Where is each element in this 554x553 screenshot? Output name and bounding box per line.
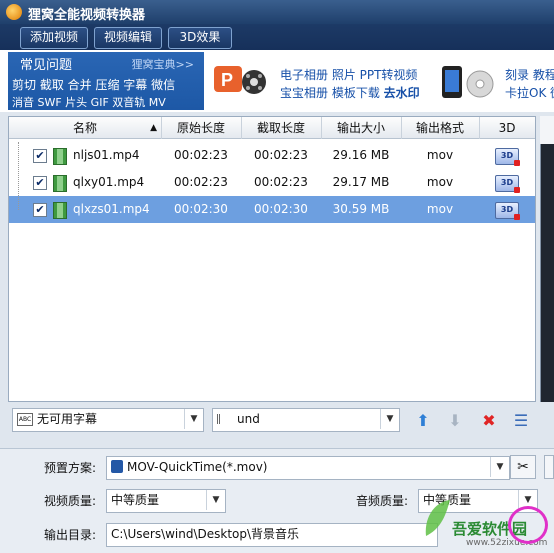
file-name: nljs01.mp4 [73, 148, 140, 162]
promo-line-2[interactable]: 宝宝相册 模板下载 去水印 [280, 84, 420, 101]
window-title: 狸窝全能视频转换器 [28, 8, 146, 23]
cut-length: 00:02:23 [254, 148, 308, 162]
video-quality-label: 视频质量: [44, 494, 97, 508]
row-checkbox[interactable]: ✔ [33, 149, 47, 163]
preset-value: MOV-QuickTime(*.mov) [127, 460, 268, 474]
subtitle-icon: ABC [17, 413, 33, 426]
file-name: qlxzs01.mp4 [73, 202, 150, 216]
chevron-down-icon[interactable]: ▼ [380, 409, 399, 429]
promo-line-3[interactable]: 刻录 教程 [505, 66, 554, 83]
audio-quality-label: 音频质量: [356, 494, 409, 508]
output-dir-label: 输出目录: [44, 528, 97, 542]
title-bar: 狸窝全能视频转换器 [0, 0, 554, 24]
column-3d[interactable]: 3D [479, 117, 535, 139]
toolbar: 添加视频 视频编辑 3D效果 [0, 24, 554, 50]
tree-line [18, 142, 19, 210]
output-format: mov [426, 202, 454, 216]
ppt-film-icon: P [212, 60, 268, 100]
cut-length: 00:02:30 [254, 202, 308, 216]
column-original-length[interactable]: 原始长度 [161, 117, 242, 139]
output-size: 29.17 MB [332, 175, 390, 189]
svg-text:P: P [221, 70, 233, 90]
original-length: 00:02:23 [174, 148, 228, 162]
original-length: 00:02:23 [174, 175, 228, 189]
audio-track-icon [217, 414, 231, 424]
chevron-down-icon[interactable]: ▼ [206, 490, 225, 510]
table-row-selected[interactable]: ✔ qlxzs01.mp4 00:02:30 00:02:30 30.59 MB… [9, 196, 535, 223]
highlight-circle [508, 506, 548, 544]
faq-links-row-2[interactable]: 消音 SWF 片头 GIF 双音轨 MV [12, 94, 166, 110]
video-file-icon [53, 202, 67, 219]
app-logo-icon [6, 4, 22, 20]
file-name: qlxy01.mp4 [73, 175, 145, 189]
side-button[interactable] [544, 455, 554, 479]
watermark-leaf-logo [420, 496, 454, 540]
column-output-format[interactable]: 输出格式 [401, 117, 480, 139]
phone-dvd-icon [438, 62, 496, 102]
video-quality-select[interactable]: 中等质量 ▼ [106, 489, 226, 513]
subtitle-value: 无可用字幕 [37, 412, 98, 426]
video-quality-value: 中等质量 [111, 493, 160, 507]
row-checkbox[interactable]: ✔ [33, 203, 47, 217]
column-name[interactable]: 名称 ▲ [9, 117, 162, 139]
table-row[interactable]: ✔ nljs01.mp4 00:02:23 00:02:23 29.16 MB … [9, 142, 535, 169]
edit-video-button[interactable]: 视频编辑 [94, 27, 162, 49]
column-cut-length[interactable]: 截取长度 [241, 117, 322, 139]
chevron-down-icon[interactable]: ▼ [490, 457, 509, 477]
add-video-button[interactable]: 添加视频 [20, 27, 88, 49]
preset-settings-wrench-icon[interactable]: ✂ [510, 455, 536, 479]
move-up-icon[interactable]: ⬆ [412, 410, 434, 432]
output-size: 30.59 MB [332, 202, 390, 216]
output-size: 29.16 MB [332, 148, 390, 162]
quicktime-icon [111, 460, 123, 473]
chevron-down-icon[interactable]: ▼ [184, 409, 203, 429]
output-dir-value: C:\Users\wind\Desktop\背景音乐 [111, 527, 300, 541]
sort-up-icon: ▲ [150, 123, 157, 133]
faq-panel: 常见问题 狸窝宝典>> 剪切 截取 合并 压缩 字幕 微信 消音 SWF 片头 … [8, 52, 204, 110]
preset-select[interactable]: MOV-QuickTime(*.mov) ▼ [106, 456, 510, 480]
video-file-icon [53, 175, 67, 192]
column-output-size[interactable]: 输出大小 [321, 117, 402, 139]
file-list-header: 名称 ▲ 原始长度 截取长度 输出大小 输出格式 3D [9, 117, 535, 139]
video-file-icon [53, 148, 67, 165]
output-dir-field[interactable]: C:\Users\wind\Desktop\背景音乐 [106, 523, 438, 547]
output-format: mov [426, 148, 454, 162]
preview-panel [540, 116, 554, 402]
preview-panel-header [540, 116, 554, 144]
subtitle-select[interactable]: ABC 无可用字幕 ▼ [12, 408, 204, 432]
delete-icon[interactable]: ✖ [478, 410, 500, 432]
cut-length: 00:02:23 [254, 175, 308, 189]
faq-title[interactable]: 常见问题 [20, 54, 72, 73]
3d-effect-button[interactable]: 3D效果 [168, 27, 232, 49]
preset-label: 预置方案: [44, 461, 97, 475]
table-row[interactable]: ✔ qlxy01.mp4 00:02:23 00:02:23 29.17 MB … [9, 169, 535, 196]
original-length: 00:02:30 [174, 202, 228, 216]
faq-links-row-1[interactable]: 剪切 截取 合并 压缩 字幕 微信 [12, 76, 175, 93]
move-down-icon[interactable]: ⬇ [444, 410, 466, 432]
remove-watermark-link[interactable]: 去水印 [384, 86, 420, 100]
promo-line-1[interactable]: 电子相册 照片 PPT转视频 [280, 66, 417, 83]
output-format: mov [426, 175, 454, 189]
faq-more-link[interactable]: 狸窝宝典>> [132, 56, 194, 72]
clear-list-icon[interactable]: ☰ [510, 410, 532, 432]
audio-track-select[interactable]: und ▼ [212, 408, 400, 432]
3d-settings-icon[interactable]: 3D [495, 202, 520, 220]
audio-track-value: und [237, 412, 260, 426]
row-checkbox[interactable]: ✔ [33, 176, 47, 190]
promo-line-4[interactable]: 卡拉OK 微 [505, 84, 554, 101]
3d-settings-icon[interactable]: 3D [495, 148, 520, 166]
3d-settings-icon[interactable]: 3D [495, 175, 520, 193]
